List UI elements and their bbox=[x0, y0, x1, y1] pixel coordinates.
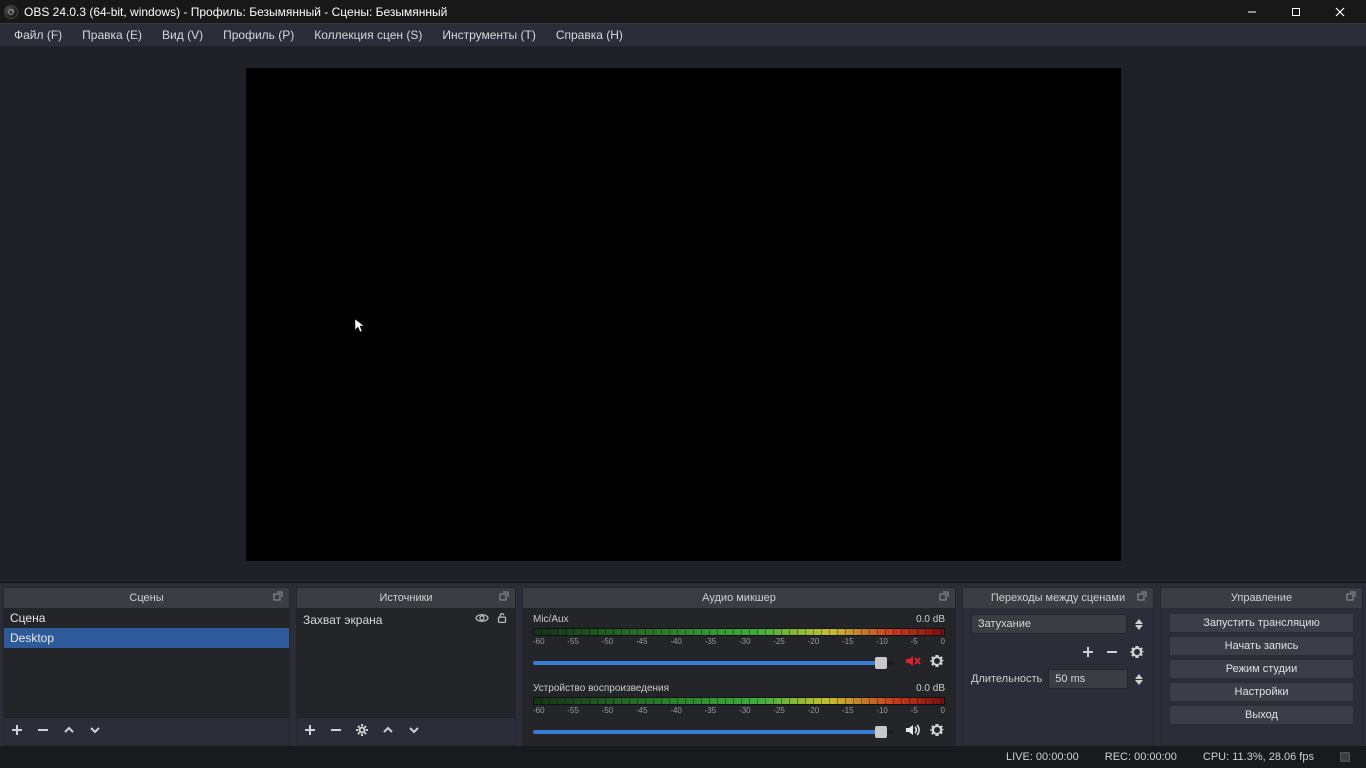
status-live: LIVE: 00:00:00 bbox=[1006, 751, 1079, 763]
duration-input[interactable]: 50 ms bbox=[1048, 669, 1127, 689]
move-source-up-button[interactable] bbox=[381, 723, 395, 740]
move-source-down-button[interactable] bbox=[407, 723, 421, 740]
controls-header: Управление bbox=[1161, 588, 1362, 608]
track-db: 0.0 dB bbox=[916, 614, 945, 625]
source-properties-button[interactable] bbox=[355, 723, 369, 740]
speaker-icon[interactable] bbox=[903, 721, 921, 742]
meter-scale: -60-55-50-45-40-35-30-25-20-15-10-50 bbox=[533, 637, 945, 646]
exit-button[interactable]: Выход bbox=[1169, 705, 1354, 725]
mixer-panel: Аудио микшер Mic/Aux 0.0 dB -60-55-50-45-4… bbox=[522, 587, 956, 746]
track-settings-button[interactable] bbox=[929, 653, 945, 672]
status-rec: REC: 00:00:00 bbox=[1105, 751, 1177, 763]
transition-select[interactable]: Затухание bbox=[971, 614, 1127, 634]
cursor-icon bbox=[354, 318, 366, 337]
remove-scene-button[interactable] bbox=[36, 723, 50, 740]
controls-title: Управление bbox=[1231, 592, 1292, 604]
popout-icon[interactable] bbox=[939, 591, 951, 603]
sources-panel: Источники Захват экрана bbox=[296, 587, 516, 746]
minimize-button[interactable] bbox=[1230, 0, 1274, 23]
popout-icon[interactable] bbox=[499, 591, 511, 603]
move-scene-down-button[interactable] bbox=[88, 723, 102, 740]
muted-icon[interactable] bbox=[903, 652, 921, 673]
scenes-panel: Сцены Сцена Desktop bbox=[3, 587, 290, 746]
track-name: Mic/Aux bbox=[533, 614, 569, 625]
statusbar: LIVE: 00:00:00 REC: 00:00:00 CPU: 11.3%,… bbox=[0, 746, 1366, 768]
menu-edit[interactable]: Правка (E) bbox=[72, 25, 152, 45]
scene-item[interactable]: Desktop bbox=[4, 628, 289, 648]
level-meter bbox=[533, 697, 945, 705]
source-item[interactable]: Захват экрана bbox=[297, 608, 515, 631]
mixer-header: Аудио микшер bbox=[523, 588, 955, 608]
mixer-track: Mic/Aux 0.0 dB -60-55-50-45-40-35-30-25-20… bbox=[523, 608, 955, 677]
sources-toolbar bbox=[297, 717, 515, 745]
menu-scene-collection[interactable]: Коллекция сцен (S) bbox=[304, 25, 432, 45]
sources-header: Источники bbox=[297, 588, 515, 608]
menu-tools[interactable]: Инструменты (T) bbox=[432, 25, 545, 45]
scene-item[interactable]: Сцена bbox=[4, 608, 289, 628]
sources-list[interactable]: Захват экрана bbox=[297, 608, 515, 717]
track-settings-button[interactable] bbox=[929, 722, 945, 741]
source-name: Захват экрана bbox=[303, 613, 469, 627]
controls-body: Запустить трансляцию Начать запись Режим… bbox=[1161, 608, 1362, 745]
scenes-title: Сцены bbox=[129, 592, 163, 604]
titlebar: OBS 24.0.3 (64-bit, windows) - Профиль: … bbox=[0, 0, 1366, 23]
volume-slider[interactable] bbox=[533, 730, 895, 734]
scenes-list[interactable]: Сцена Desktop bbox=[4, 608, 289, 717]
move-scene-up-button[interactable] bbox=[62, 723, 76, 740]
lock-icon[interactable] bbox=[489, 611, 509, 628]
meter-scale: -60-55-50-45-40-35-30-25-20-15-10-50 bbox=[533, 706, 945, 715]
menu-help[interactable]: Справка (H) bbox=[546, 25, 633, 45]
duration-updown[interactable] bbox=[1134, 669, 1145, 689]
transitions-panel: Переходы между сценами Затухание Длитель… bbox=[962, 587, 1154, 746]
transition-updown[interactable] bbox=[1133, 614, 1145, 634]
transitions-header: Переходы между сценами bbox=[963, 588, 1153, 608]
preview-area[interactable] bbox=[0, 47, 1366, 583]
stats-icon[interactable] bbox=[1340, 752, 1350, 762]
sources-title: Источники bbox=[379, 592, 432, 604]
app-logo-icon bbox=[4, 5, 18, 19]
add-source-button[interactable] bbox=[303, 723, 317, 740]
duration-label: Длительность bbox=[971, 673, 1042, 685]
transition-properties-button[interactable] bbox=[1129, 644, 1145, 663]
menubar: Файл (F) Правка (E) Вид (V) Профиль (P) … bbox=[0, 23, 1366, 47]
visibility-icon[interactable] bbox=[469, 611, 489, 628]
add-scene-button[interactable] bbox=[10, 723, 24, 740]
track-db: 0.0 dB bbox=[916, 683, 945, 694]
start-recording-button[interactable]: Начать запись bbox=[1169, 636, 1354, 656]
preview-canvas[interactable] bbox=[246, 68, 1121, 561]
dock-area: Сцены Сцена Desktop Источники Захват экр… bbox=[0, 583, 1366, 746]
close-button[interactable] bbox=[1318, 0, 1362, 23]
scenes-toolbar bbox=[4, 717, 289, 745]
popout-icon[interactable] bbox=[273, 591, 285, 603]
track-name: Устройство воспроизведения bbox=[533, 683, 669, 694]
settings-button[interactable]: Настройки bbox=[1169, 682, 1354, 702]
volume-slider[interactable] bbox=[533, 661, 895, 665]
maximize-button[interactable] bbox=[1274, 0, 1318, 23]
scenes-header: Сцены bbox=[4, 588, 289, 608]
controls-panel: Управление Запустить трансляцию Начать з… bbox=[1160, 587, 1363, 746]
menu-view[interactable]: Вид (V) bbox=[152, 25, 213, 45]
transitions-body: Затухание Длительность 50 ms bbox=[963, 608, 1153, 745]
popout-icon[interactable] bbox=[1137, 591, 1149, 603]
window-title: OBS 24.0.3 (64-bit, windows) - Профиль: … bbox=[24, 5, 447, 19]
mixer-track: Устройство воспроизведения 0.0 dB -60-55-5… bbox=[523, 677, 955, 745]
level-meter bbox=[533, 628, 945, 636]
studio-mode-button[interactable]: Режим студии bbox=[1169, 659, 1354, 679]
remove-transition-button[interactable] bbox=[1105, 645, 1119, 662]
menu-file[interactable]: Файл (F) bbox=[4, 25, 72, 45]
menu-profile[interactable]: Профиль (P) bbox=[213, 25, 304, 45]
mixer-title: Аудио микшер bbox=[702, 592, 776, 604]
start-streaming-button[interactable]: Запустить трансляцию bbox=[1169, 613, 1354, 633]
transitions-title: Переходы между сценами bbox=[991, 592, 1125, 604]
mixer-body: Mic/Aux 0.0 dB -60-55-50-45-40-35-30-25-20… bbox=[523, 608, 955, 745]
status-cpu: CPU: 11.3%, 28.06 fps bbox=[1203, 751, 1314, 763]
popout-icon[interactable] bbox=[1346, 591, 1358, 603]
add-transition-button[interactable] bbox=[1081, 645, 1095, 662]
remove-source-button[interactable] bbox=[329, 723, 343, 740]
